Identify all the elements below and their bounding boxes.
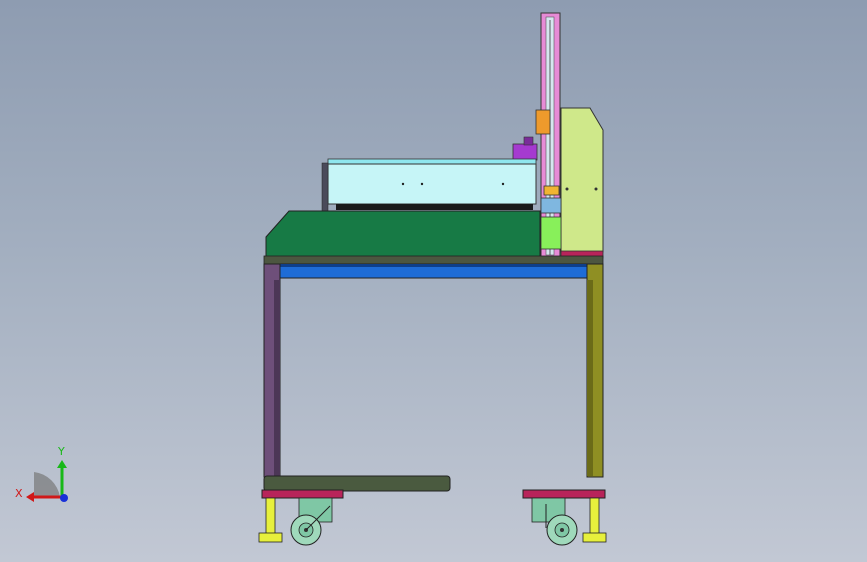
right-foot-pad[interactable] (582, 532, 607, 543)
purple-motor[interactable] (512, 143, 538, 161)
right-mount-plate[interactable] (522, 489, 606, 499)
y-axis-label: Y (57, 445, 65, 458)
cylinder-blue (540, 197, 562, 214)
machine-model[interactable]: X Y (0, 0, 867, 562)
hood-screw (420, 182, 424, 186)
x-axis-label: X (15, 487, 23, 500)
side-panel[interactable] (560, 107, 604, 253)
left-leg-inner (274, 280, 280, 476)
orientation-triad: X Y (15, 445, 68, 502)
right-caster[interactable] (531, 497, 578, 546)
cad-viewport[interactable]: X Y (0, 0, 867, 562)
left-caster[interactable] (290, 497, 333, 546)
tabletop[interactable] (265, 210, 541, 258)
right-leg-inner (587, 280, 593, 476)
side-panel-hole (565, 187, 569, 191)
hood-top-bar (327, 158, 537, 165)
blue-rail-top-edge (264, 264, 588, 267)
left-foot-stem (265, 497, 276, 535)
hood-bottom-rail (336, 204, 533, 210)
orange-bracket[interactable] (535, 109, 551, 135)
triad-plane (34, 472, 60, 497)
orange-sensor[interactable] (543, 185, 560, 196)
left-foot-pad[interactable] (258, 532, 283, 543)
tabletop-frame (263, 255, 604, 265)
hood-screw (401, 182, 405, 186)
right-foot-stem (589, 497, 600, 535)
bottom-crossbar[interactable] (263, 475, 451, 492)
hood-screw (501, 182, 505, 186)
left-mount-plate[interactable] (261, 489, 344, 499)
side-panel-hole (594, 187, 598, 191)
cylinder-green[interactable] (540, 216, 562, 250)
purple-motor-top (523, 136, 534, 146)
hood-cover[interactable] (327, 163, 537, 205)
